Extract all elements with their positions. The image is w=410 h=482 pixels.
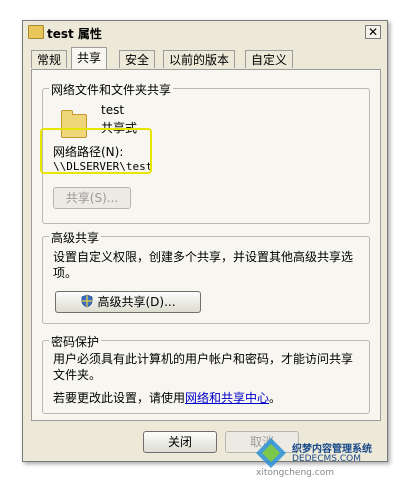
tab-strip: 常规 共享 安全 以前的版本 自定义 bbox=[31, 47, 381, 69]
network-sharing-center-link[interactable]: 网络和共享中心 bbox=[185, 391, 269, 405]
tab-sharing[interactable]: 共享 bbox=[71, 47, 108, 69]
watermark-text: 织梦内容管理系统 bbox=[292, 444, 372, 455]
network-path-highlight bbox=[40, 128, 152, 174]
properties-dialog: test 属性 ✕ 常规 共享 安全 以前的版本 自定义 网络文件和文件夹共享 … bbox=[22, 20, 388, 462]
tab-security[interactable]: 安全 bbox=[119, 50, 156, 68]
password-change-prefix: 若要更改此设置，请使用 bbox=[53, 391, 186, 405]
group-title: 网络文件和文件夹共享 bbox=[49, 81, 174, 98]
uac-shield-icon bbox=[82, 294, 93, 308]
folder-name: test bbox=[101, 103, 125, 117]
close-dialog-button[interactable]: 关闭 bbox=[143, 431, 217, 453]
share-button[interactable]: 共享(S)... bbox=[53, 187, 131, 209]
tab-general[interactable]: 常规 bbox=[31, 50, 68, 68]
group-title: 高级共享 bbox=[49, 229, 102, 246]
tab-customize[interactable]: 自定义 bbox=[245, 50, 294, 68]
site-watermark: 织梦内容管理系统 DEDECMS.COM xitongcheng.com bbox=[254, 430, 404, 478]
advanced-sharing-button[interactable]: 高级共享(D)... bbox=[55, 291, 201, 313]
tab-previous-versions[interactable]: 以前的版本 bbox=[163, 50, 236, 68]
password-change-suffix: 。 bbox=[269, 391, 282, 405]
password-protection-description: 用户必须具有此计算机的用户帐户和密码，才能访问共享文件夹。 bbox=[53, 352, 354, 382]
password-change-hint: 若要更改此设置，请使用网络和共享中心。 bbox=[53, 389, 281, 406]
watermark-url: DEDECMS.COM bbox=[292, 454, 361, 464]
advanced-sharing-button-label: 高级共享(D)... bbox=[97, 295, 176, 309]
group-title: 密码保护 bbox=[49, 333, 102, 350]
tab-panel-sharing: 网络文件和文件夹共享 test 共享式 网络路径(N): \\DLSERVER\… bbox=[31, 69, 381, 421]
window-title: test 属性 bbox=[47, 27, 102, 41]
password-protection-group: 密码保护 用户必须具有此计算机的用户帐户和密码，才能访问共享文件夹。 若要更改此… bbox=[42, 333, 370, 414]
close-button[interactable]: ✕ bbox=[365, 25, 381, 39]
advanced-sharing-description: 设置自定义权限，创建多个共享，并设置其他高级共享选项。 bbox=[53, 250, 354, 280]
title-bar: test 属性 ✕ bbox=[23, 21, 387, 45]
folder-icon bbox=[28, 25, 44, 39]
advanced-sharing-group: 高级共享 设置自定义权限，创建多个共享，并设置其他高级共享选项。 高级共享(D)… bbox=[42, 229, 370, 324]
watermark-sub: xitongcheng.com bbox=[256, 468, 334, 478]
watermark-logo-icon bbox=[256, 438, 286, 468]
